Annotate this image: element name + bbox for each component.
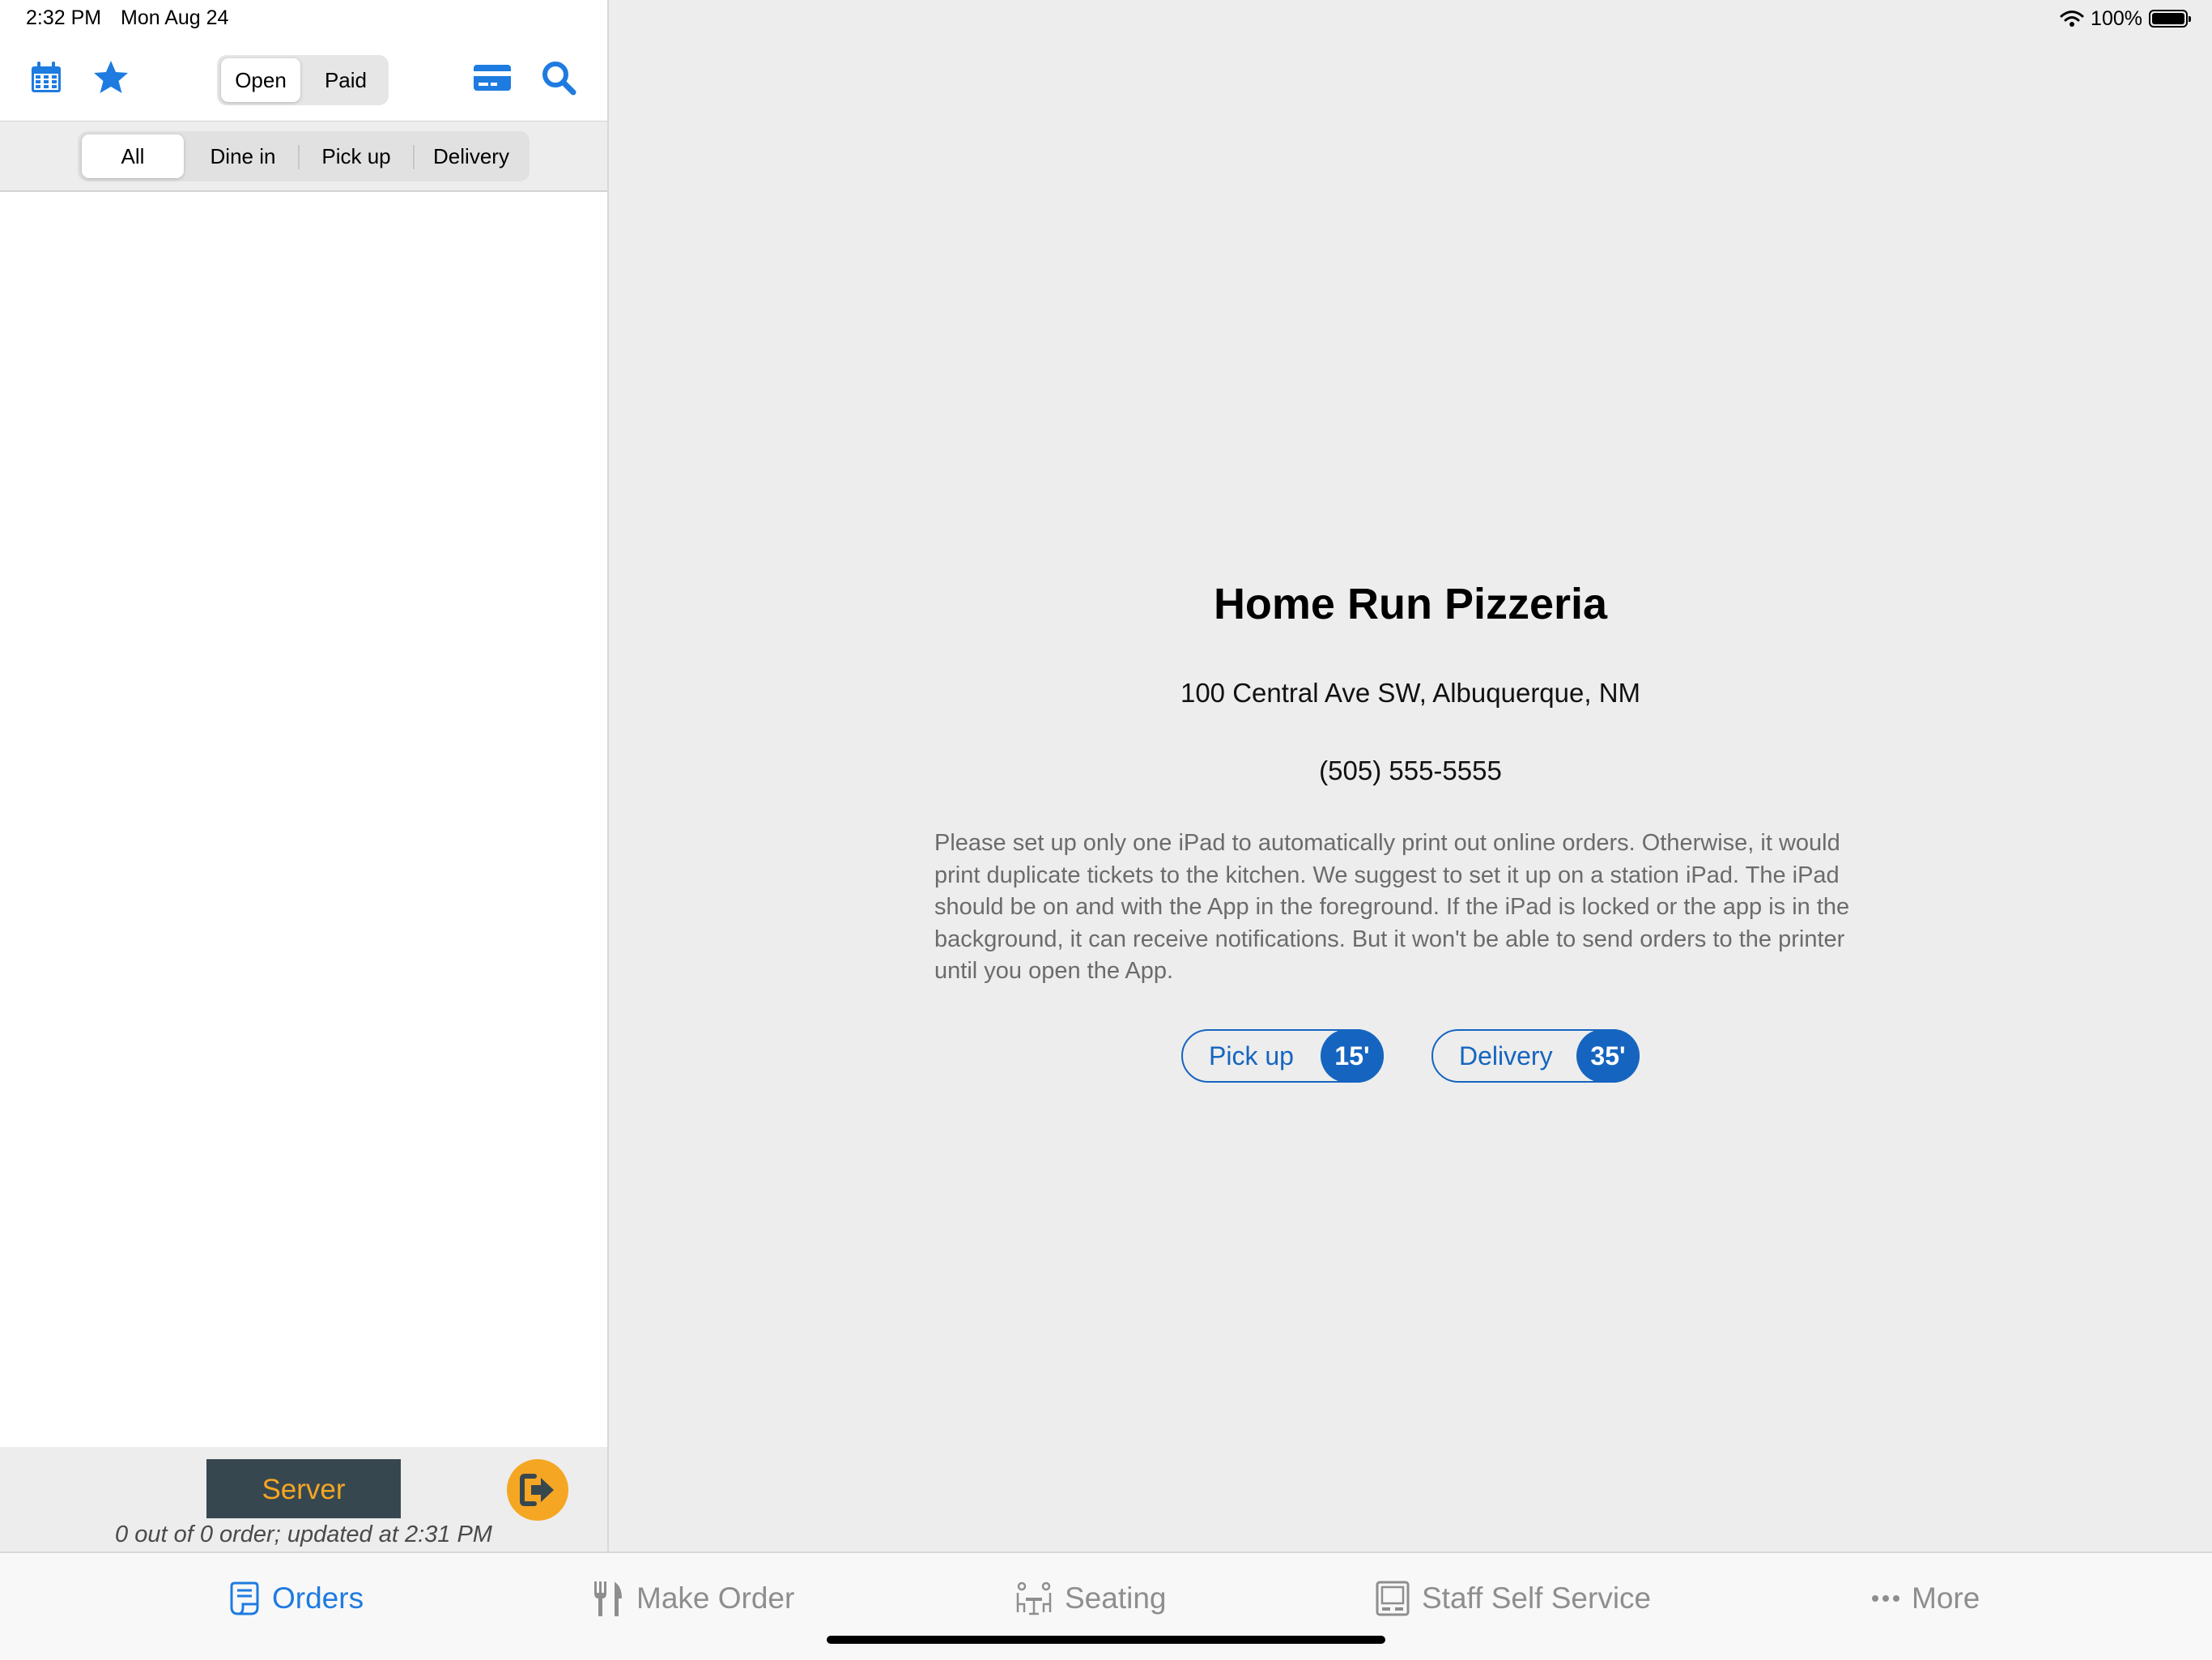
logout-button[interactable]	[507, 1459, 568, 1521]
status-bar: 2:32 PM Mon Aug 24 100%	[0, 0, 2212, 37]
orders-panel: Open Paid All Dine in Pick up Delivery S…	[0, 0, 609, 1551]
delivery-label: Delivery	[1459, 1041, 1553, 1070]
segment-divider	[413, 145, 415, 169]
filter-pick-up[interactable]: Pick up	[302, 134, 410, 178]
ellipsis-icon	[1872, 1595, 1899, 1602]
delivery-time-button[interactable]: Delivery 35'	[1431, 1029, 1640, 1083]
calendar-icon[interactable]	[27, 58, 66, 97]
segment-divider	[298, 145, 300, 169]
tab-staff-self-service-label: Staff Self Service	[1422, 1581, 1652, 1615]
pickup-label: Pick up	[1209, 1041, 1294, 1070]
credit-card-icon[interactable]	[471, 58, 513, 97]
filter-all[interactable]: All	[82, 134, 184, 178]
orders-toolbar: Open Paid	[0, 37, 607, 122]
home-indicator	[827, 1636, 1385, 1644]
status-indicators: 100%	[2060, 5, 2191, 32]
status-date: Mon Aug 24	[121, 6, 229, 29]
tab-staff-self-service[interactable]: Staff Self Service	[1375, 1577, 1651, 1620]
tab-make-order[interactable]: Make Order	[591, 1577, 794, 1620]
order-type-segmented-control: All Dine in Pick up Delivery	[78, 131, 530, 181]
pickup-time-button[interactable]: Pick up 15'	[1181, 1029, 1384, 1083]
paid-segment[interactable]: Paid	[307, 58, 385, 102]
fork-knife-icon	[594, 1581, 622, 1616]
order-list[interactable]	[0, 192, 607, 1447]
restaurant-phone: (505) 555-5555	[1319, 756, 1502, 785]
logout-icon	[520, 1474, 554, 1506]
tab-seating[interactable]: Seating	[1015, 1577, 1167, 1620]
printing-notice: Please set up only one iPad to automatic…	[934, 830, 1850, 984]
filter-dine-in[interactable]: Dine in	[190, 134, 296, 178]
tab-orders-label: Orders	[272, 1581, 364, 1615]
order-count-status: 0 out of 0 order; updated at 2:31 PM	[115, 1522, 492, 1547]
wifi-icon	[2060, 11, 2084, 27]
open-paid-segmented-control: Open Paid	[217, 55, 389, 105]
tab-more-label: More	[1912, 1581, 1980, 1615]
tab-more[interactable]: More	[1871, 1577, 1980, 1620]
battery-icon	[2149, 10, 2191, 28]
search-icon[interactable]	[539, 58, 578, 97]
restaurant-name: Home Run Pizzeria	[1213, 580, 1608, 628]
monitor-icon	[1376, 1581, 1410, 1616]
server-button[interactable]: Server	[206, 1459, 401, 1518]
tab-make-order-label: Make Order	[636, 1581, 795, 1615]
tab-seating-label: Seating	[1065, 1581, 1167, 1615]
table-seating-icon	[1016, 1581, 1052, 1615]
open-segment[interactable]: Open	[221, 58, 300, 102]
filter-delivery[interactable]: Delivery	[417, 134, 525, 178]
tab-orders[interactable]: Orders	[227, 1577, 364, 1620]
receipt-icon	[230, 1581, 259, 1615]
pickup-minutes-badge: 15'	[1321, 1029, 1384, 1083]
order-type-filter-bar: All Dine in Pick up Delivery	[0, 121, 607, 192]
delivery-minutes-badge: 35'	[1576, 1029, 1640, 1083]
orders-footer: Server 0 out of 0 order; updated at 2:31…	[0, 1447, 607, 1551]
restaurant-address: 100 Central Ave SW, Albuquerque, NM	[1180, 678, 1641, 708]
status-time: 2:32 PM	[26, 6, 102, 29]
star-icon[interactable]	[91, 58, 130, 97]
battery-percent: 100%	[2091, 6, 2142, 30]
